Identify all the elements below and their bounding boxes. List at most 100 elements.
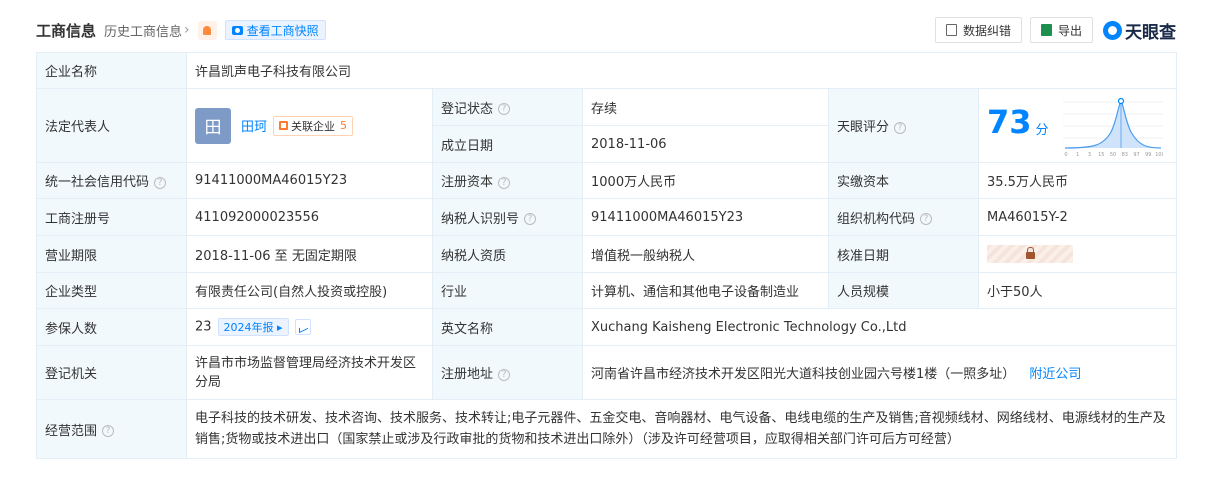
- legal-rep-cell: 田 田珂 关联企业 5: [186, 88, 433, 163]
- logo-mark-icon: [1103, 20, 1122, 40]
- company-type-label: 企业类型: [36, 272, 187, 309]
- annual-report-label: 2024年报: [223, 321, 274, 334]
- approval-date-label: 核准日期: [828, 235, 979, 273]
- locked-value-badge[interactable]: [987, 245, 1073, 263]
- insured-cell: 23 2024年报 ▸: [186, 308, 433, 346]
- tianyancha-logo: 天眼查: [1103, 18, 1176, 43]
- scope-value: 电子科技的技术研发、技术咨询、技术服务、技术转让;电子元器件、五金交电、音响器材…: [185, 399, 1178, 459]
- table-row: 企业名称 许昌凯声电子科技有限公司: [36, 52, 1178, 89]
- history-link-label: 历史工商信息: [104, 24, 183, 40]
- reg-number-value: 411092000023556: [186, 198, 433, 236]
- reg-address-value: 河南省许昌市经济技术开发区阳光大道科技创业园六号楼1楼（一照多址）: [591, 367, 1016, 382]
- scope-label: 经营范围: [45, 423, 98, 439]
- edit-icon: [945, 24, 957, 36]
- english-name-label: 英文名称: [432, 308, 583, 346]
- score-axis-tick: 15: [1098, 152, 1104, 158]
- reg-capital-label-cell: 注册资本?: [432, 162, 583, 199]
- reg-authority-label: 登记机关: [36, 345, 187, 400]
- score-value: 73: [987, 102, 1032, 141]
- industry-label: 行业: [432, 272, 583, 309]
- industry-value: 计算机、通信和其他电子设备制造业: [582, 272, 829, 309]
- paid-capital-value: 35.5万人民币: [977, 162, 1178, 199]
- help-icon[interactable]: ?: [524, 213, 537, 225]
- table-row: 参保人数 23 2024年报 ▸ 英文名称 Xuchang Kaisheng El…: [36, 308, 1178, 346]
- credit-code-label: 统一社会信用代码: [45, 175, 150, 190]
- score-axis-tick: 50: [1109, 152, 1115, 158]
- approval-date-value: [977, 235, 1178, 273]
- avatar[interactable]: 田: [195, 107, 231, 144]
- export-label: 导出: [1057, 23, 1082, 38]
- help-icon[interactable]: ?: [920, 213, 933, 225]
- score-label-cell: 天眼评分?: [828, 88, 979, 163]
- nearby-companies-link[interactable]: 附近公司: [1029, 367, 1081, 382]
- taxpayer-qual-label: 纳税人资质: [432, 235, 583, 273]
- taxpayer-id-label-cell: 纳税人识别号?: [432, 198, 583, 236]
- score-axis-tick: 0: [1064, 152, 1067, 158]
- reg-address-label: 注册地址: [441, 367, 494, 382]
- score-cell[interactable]: 73 分 0 1 3 15 50 83 97 99 100: [977, 88, 1178, 163]
- related-companies-label: 关联企业: [291, 119, 336, 133]
- founded-value: 2018-11-06: [582, 125, 829, 163]
- score-distribution-chart: 0 1 3 15 50 83 97 99 100: [1062, 97, 1163, 158]
- camera-icon: [231, 25, 243, 35]
- score-axis-tick: 83: [1121, 152, 1127, 158]
- credit-code-label-cell: 统一社会信用代码?: [36, 162, 187, 199]
- paid-capital-label: 实缴资本: [828, 162, 979, 199]
- help-icon[interactable]: ?: [154, 176, 167, 189]
- lock-icon: [1025, 247, 1035, 259]
- company-type-value: 有限责任公司(自然人投资或控股): [186, 272, 433, 309]
- company-name-label: 企业名称: [36, 52, 187, 89]
- score-axis-tick: 3: [1087, 152, 1090, 158]
- help-icon[interactable]: ?: [894, 121, 907, 134]
- org-code-label-cell: 组织机构代码?: [828, 198, 979, 236]
- reg-capital-label: 注册资本: [441, 175, 494, 190]
- scope-label-cell: 经营范围?: [36, 399, 187, 459]
- help-icon[interactable]: ?: [102, 425, 115, 437]
- table-row: 统一社会信用代码? 91411000MA46015Y23 注册资本? 1000万…: [36, 162, 1178, 199]
- excel-icon: [1040, 24, 1052, 36]
- org-code-value: MA46015Y-2: [977, 198, 1178, 236]
- score-label: 天眼评分: [837, 120, 890, 135]
- data-correction-label: 数据纠错: [962, 23, 1011, 38]
- section-title: 工商信息: [36, 21, 97, 40]
- reg-number-label: 工商注册号: [36, 198, 187, 236]
- insured-label: 参保人数: [36, 308, 187, 346]
- term-label: 营业期限: [36, 235, 187, 273]
- reg-address-cell: 河南省许昌市经济技术开发区阳光大道科技创业园六号楼1楼（一照多址） 附近公司: [581, 345, 1178, 400]
- legal-rep-label: 法定代表人: [36, 88, 187, 163]
- snapshot-button[interactable]: 查看工商快照: [224, 20, 326, 40]
- reg-status-label: 登记状态: [441, 101, 494, 117]
- table-row: 登记机关 许昌市市场监督管理局经济技术开发区分局 注册地址? 河南省许昌市经济技…: [36, 345, 1178, 400]
- table-row: 经营范围? 电子科技的技术研发、技术咨询、技术服务、技术转让;电子元器件、五金交…: [36, 399, 1178, 459]
- org-code-label: 组织机构代码: [837, 211, 916, 227]
- taxpayer-id-value: 91411000MA46015Y23: [582, 198, 829, 236]
- company-name-value: 许昌凯声电子科技有限公司: [185, 52, 1178, 89]
- founded-label: 成立日期: [432, 125, 583, 163]
- annual-report-tag[interactable]: 2024年报 ▸: [217, 318, 289, 336]
- table-row: 企业类型 有限责任公司(自然人投资或控股) 行业 计算机、通信和其他电子设备制造…: [36, 272, 1178, 309]
- related-companies-icon: [279, 121, 289, 130]
- help-icon[interactable]: ?: [498, 368, 511, 381]
- chevron-right-icon: ›: [184, 22, 190, 38]
- reg-authority-value: 许昌市市场监督管理局经济技术开发区分局: [186, 345, 433, 400]
- related-companies-badge[interactable]: 关联企业 5: [273, 115, 354, 136]
- business-info-panel: 工商信息 历史工商信息 › 查看工商快照 数据纠错 导出 天眼查 企业名称 许昌…: [0, 0, 1210, 486]
- help-icon[interactable]: ?: [498, 103, 511, 115]
- insured-value: 23: [195, 319, 212, 335]
- trend-chart-icon[interactable]: [294, 319, 311, 335]
- help-icon[interactable]: ?: [498, 176, 511, 189]
- table-row: 法定代表人 田 田珂 关联企业 5 登记状态? 存续 天眼评分? 73 分 0 …: [36, 88, 1178, 163]
- info-table: 企业名称 许昌凯声电子科技有限公司 法定代表人 田 田珂 关联企业 5 登记状态…: [36, 52, 1178, 459]
- history-link[interactable]: 历史工商信息 ›: [104, 21, 190, 40]
- staff-size-value: 小于50人: [977, 272, 1178, 309]
- reg-capital-value: 1000万人民币: [582, 162, 829, 199]
- reg-status-label-cell: 登记状态?: [432, 88, 583, 126]
- export-button[interactable]: 导出: [1029, 17, 1093, 43]
- snapshot-button-label: 查看工商快照: [246, 23, 319, 38]
- bell-icon[interactable]: [197, 20, 217, 40]
- english-name-value: Xuchang Kaisheng Electronic Technology C…: [581, 308, 1178, 346]
- data-correction-button[interactable]: 数据纠错: [934, 17, 1022, 43]
- section-header: 工商信息 历史工商信息 › 查看工商快照 数据纠错 导出 天眼查: [36, 16, 1176, 44]
- legal-rep-name-link[interactable]: 田珂: [241, 116, 267, 135]
- table-row: 营业期限 2018-11-06 至 无固定期限 纳税人资质 增值税一般纳税人 核…: [36, 235, 1178, 273]
